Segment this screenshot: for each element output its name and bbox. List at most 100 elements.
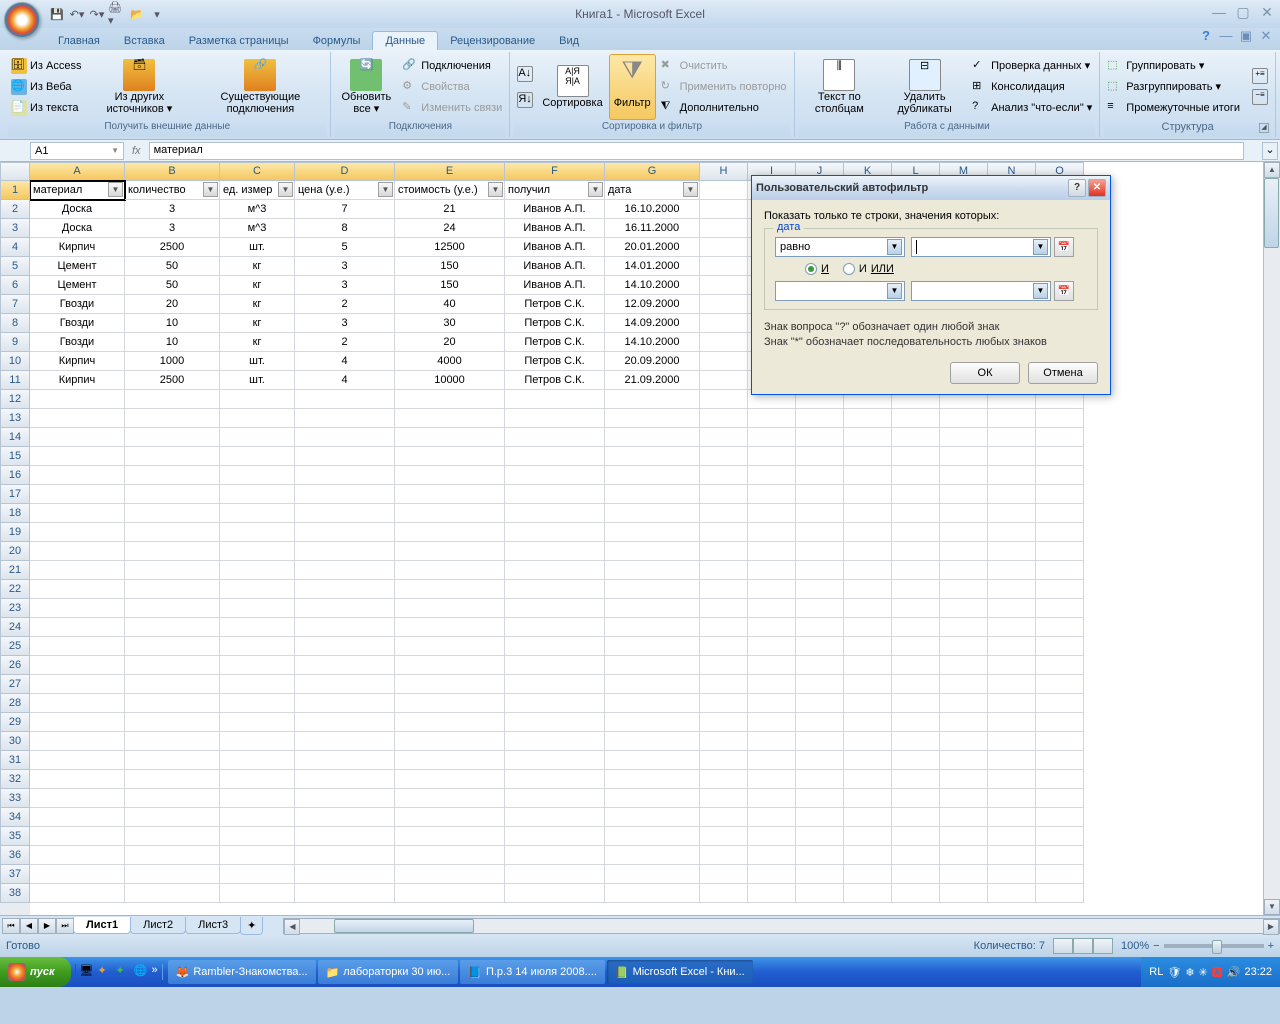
row-header[interactable]: 26 xyxy=(0,656,30,675)
cell[interactable] xyxy=(988,599,1036,618)
cell[interactable] xyxy=(700,542,748,561)
cell[interactable]: 30 xyxy=(395,314,505,333)
cell[interactable]: 3 xyxy=(295,257,395,276)
zoom-level[interactable]: 100% xyxy=(1121,940,1149,952)
cell[interactable] xyxy=(125,808,220,827)
cell[interactable] xyxy=(748,865,796,884)
cell[interactable] xyxy=(844,751,892,770)
cell[interactable] xyxy=(395,827,505,846)
cell[interactable] xyxy=(605,846,700,865)
row-header[interactable]: 18 xyxy=(0,504,30,523)
cell[interactable] xyxy=(940,561,988,580)
cell[interactable] xyxy=(1036,447,1084,466)
cell[interactable] xyxy=(844,580,892,599)
cell[interactable] xyxy=(395,561,505,580)
cell[interactable] xyxy=(700,371,748,390)
minimize-icon[interactable]: — xyxy=(1210,4,1228,20)
cell[interactable] xyxy=(30,390,125,409)
cell[interactable] xyxy=(505,523,605,542)
cell[interactable] xyxy=(700,561,748,580)
cell[interactable] xyxy=(1036,865,1084,884)
cell[interactable] xyxy=(395,808,505,827)
cell[interactable] xyxy=(748,732,796,751)
cell[interactable] xyxy=(940,732,988,751)
cell[interactable] xyxy=(395,618,505,637)
cell[interactable] xyxy=(988,409,1036,428)
cell[interactable] xyxy=(220,675,295,694)
remove-duplicates-button[interactable]: ⊟Удалить дубликаты xyxy=(882,54,967,120)
cell[interactable] xyxy=(505,618,605,637)
cell[interactable] xyxy=(295,580,395,599)
cell[interactable] xyxy=(892,846,940,865)
cell[interactable] xyxy=(844,770,892,789)
cell[interactable] xyxy=(395,466,505,485)
cell[interactable] xyxy=(796,599,844,618)
tray-icon[interactable]: 🛡 xyxy=(1167,966,1181,979)
cell[interactable] xyxy=(892,504,940,523)
cell[interactable] xyxy=(220,694,295,713)
row-header[interactable]: 2 xyxy=(0,200,30,219)
cell[interactable] xyxy=(505,884,605,903)
cell[interactable]: 12.09.2000 xyxy=(605,295,700,314)
cell[interactable] xyxy=(395,390,505,409)
cell[interactable] xyxy=(748,884,796,903)
cell[interactable] xyxy=(748,827,796,846)
cell[interactable] xyxy=(295,732,395,751)
cell[interactable] xyxy=(988,865,1036,884)
cell[interactable] xyxy=(125,561,220,580)
cell[interactable] xyxy=(295,618,395,637)
cell[interactable] xyxy=(295,827,395,846)
cell[interactable] xyxy=(988,561,1036,580)
cell[interactable]: 14.10.2000 xyxy=(605,276,700,295)
cell[interactable] xyxy=(796,447,844,466)
close-icon[interactable]: ✕ xyxy=(1258,4,1276,20)
cell[interactable] xyxy=(748,656,796,675)
cell[interactable]: шт. xyxy=(220,371,295,390)
cell[interactable] xyxy=(940,770,988,789)
cell[interactable] xyxy=(395,884,505,903)
cell[interactable] xyxy=(295,770,395,789)
cell[interactable]: 10000 xyxy=(395,371,505,390)
cell[interactable] xyxy=(605,694,700,713)
condition1-date-picker-button[interactable]: 📅 xyxy=(1054,237,1074,257)
cell[interactable] xyxy=(1036,466,1084,485)
cell[interactable]: Иванов А.П. xyxy=(505,257,605,276)
cell[interactable]: Кирпич xyxy=(30,352,125,371)
cell[interactable] xyxy=(295,656,395,675)
cell[interactable] xyxy=(125,751,220,770)
cell[interactable] xyxy=(700,694,748,713)
row-header[interactable]: 1 xyxy=(0,181,30,200)
row-header[interactable]: 19 xyxy=(0,523,30,542)
cell[interactable] xyxy=(220,542,295,561)
cell[interactable] xyxy=(605,770,700,789)
cell[interactable] xyxy=(395,428,505,447)
cell[interactable] xyxy=(844,504,892,523)
row-header[interactable]: 9 xyxy=(0,333,30,352)
cell[interactable] xyxy=(125,542,220,561)
cell[interactable] xyxy=(125,580,220,599)
cell[interactable] xyxy=(844,599,892,618)
from-text-button[interactable]: 📄Из текста xyxy=(8,98,84,118)
dialog-close-button[interactable]: ✕ xyxy=(1088,179,1106,197)
cell[interactable] xyxy=(844,523,892,542)
cell[interactable] xyxy=(700,181,748,200)
cell[interactable] xyxy=(796,618,844,637)
cell[interactable] xyxy=(940,447,988,466)
cell[interactable]: кг xyxy=(220,295,295,314)
cell[interactable] xyxy=(988,808,1036,827)
ql-more-icon[interactable]: » xyxy=(152,964,158,980)
cell[interactable] xyxy=(125,770,220,789)
cell[interactable] xyxy=(1036,713,1084,732)
from-access-button[interactable]: 🗄Из Access xyxy=(8,56,84,76)
cell[interactable] xyxy=(1036,523,1084,542)
cell[interactable] xyxy=(700,770,748,789)
cell[interactable] xyxy=(605,732,700,751)
cell[interactable] xyxy=(395,504,505,523)
cell[interactable]: кг xyxy=(220,276,295,295)
existing-connections-button[interactable]: 🔗Существующие подключения xyxy=(194,54,326,120)
cell[interactable] xyxy=(892,770,940,789)
row-header[interactable]: 17 xyxy=(0,485,30,504)
view-break-button[interactable] xyxy=(1093,938,1113,954)
cell[interactable] xyxy=(988,447,1036,466)
cell[interactable] xyxy=(505,770,605,789)
